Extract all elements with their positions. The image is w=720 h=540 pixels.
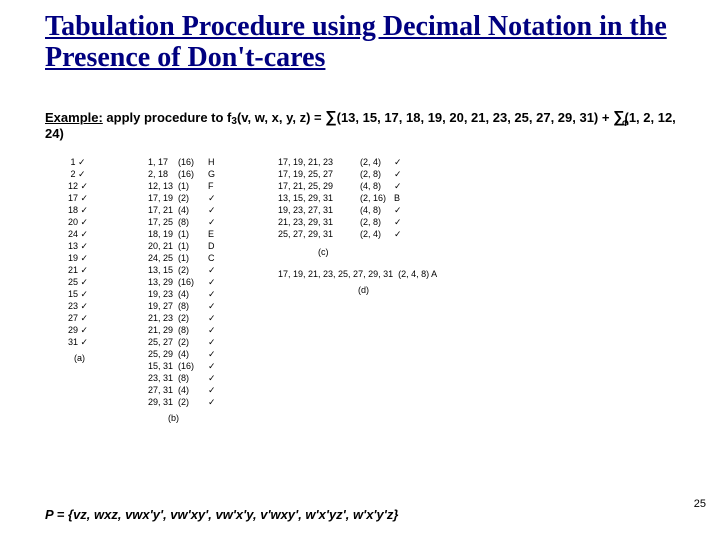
column-b-pairs: 1, 17 2, 18 12, 13 17, 19 17, 21 17, 25 … bbox=[148, 156, 173, 408]
example-text-1: apply procedure to f bbox=[103, 110, 232, 125]
example-line: Example: apply procedure to f3(v, w, x, … bbox=[45, 110, 690, 141]
sigma-icon: ∑ bbox=[325, 111, 336, 125]
slide-title: Tabulation Procedure using Decimal Notat… bbox=[45, 12, 680, 74]
column-c-tags: ✓ ✓ ✓ B ✓ ✓ ✓ bbox=[394, 156, 402, 240]
example-subscript: 3 bbox=[231, 116, 237, 127]
example-lead: Example: bbox=[45, 110, 103, 125]
prime-implicants-result: P = {vz, wxz, vwx'y', vw'xy', vw'x'y, v'… bbox=[45, 507, 398, 522]
column-c-diffs: (2, 4) (2, 8) (4, 8) (2, 16) (4, 8) (2, … bbox=[360, 156, 386, 240]
sigma-dontcare-icon: ∑ bbox=[613, 111, 624, 125]
column-c-groups: 17, 19, 21, 23 17, 19, 25, 27 17, 21, 25… bbox=[278, 156, 333, 240]
column-b-diffs: (16) (16) (1) (2) (4) (8) (1) (1) (1) (2… bbox=[178, 156, 194, 408]
column-b-tags: H G F ✓ ✓ ✓ E D C ✓ ✓ ✓ ✓ ✓ ✓ ✓ ✓ ✓ ✓ ✓ … bbox=[208, 156, 216, 408]
column-a: 1 ✓ 2 ✓ 12 ✓ 17 ✓ 18 ✓ 20 ✓ 24 ✓ 13 ✓ 19… bbox=[68, 156, 88, 348]
page-number: 25 bbox=[694, 498, 706, 510]
example-text-2: (v, w, x, y, z) = bbox=[237, 110, 325, 125]
column-d: 17, 19, 21, 23, 25, 27, 29, 31 (2, 4, 8)… bbox=[278, 268, 437, 280]
sum-list: (13, 15, 17, 18, 19, 20, 21, 23, 25, 27,… bbox=[337, 110, 613, 125]
